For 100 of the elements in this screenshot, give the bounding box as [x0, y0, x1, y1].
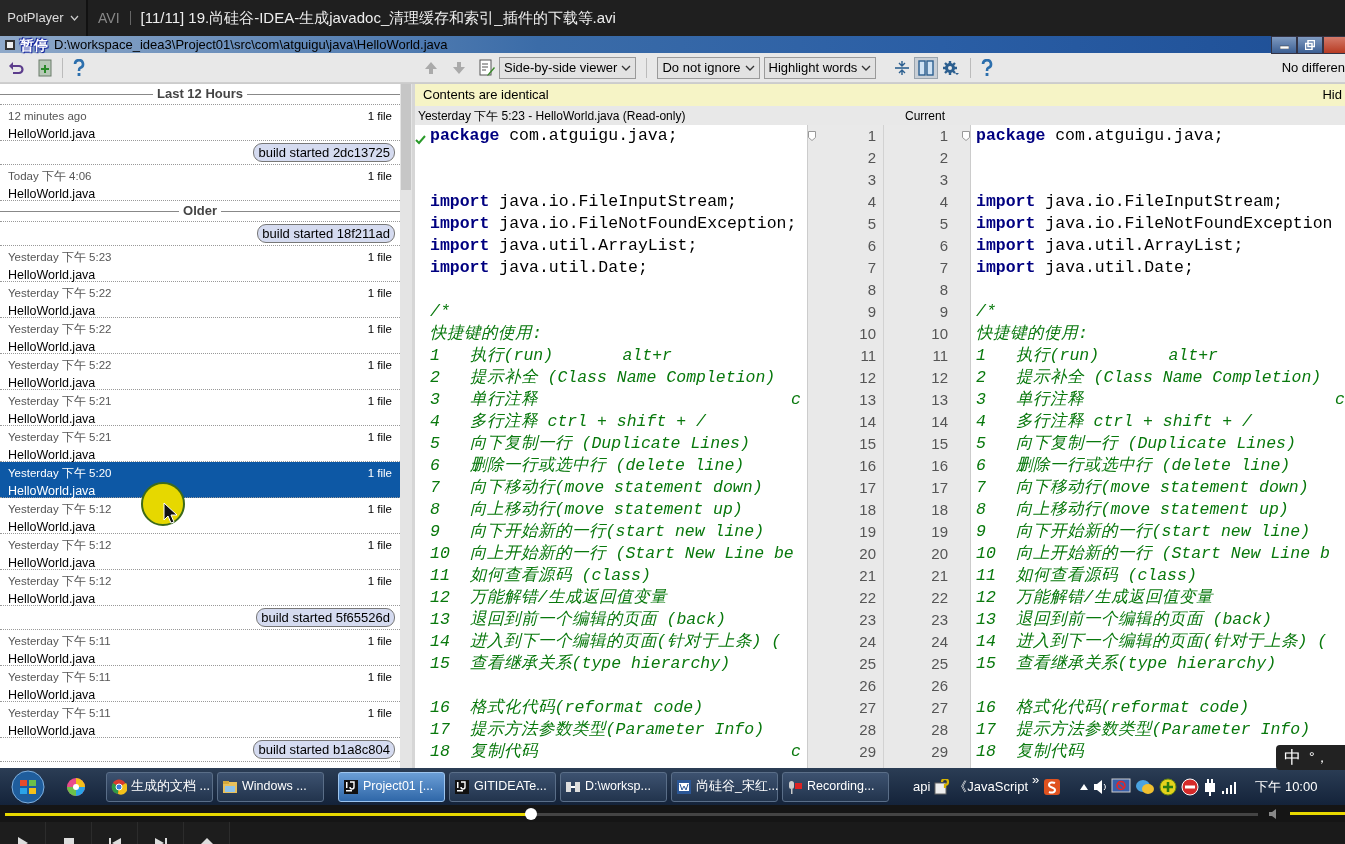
file-count: 1 file: [367, 634, 392, 649]
line-number: 27: [858, 698, 876, 718]
line-number: 19: [930, 522, 948, 542]
ignore-dropdown[interactable]: Do not ignore: [657, 56, 760, 79]
seek-handle[interactable]: [525, 807, 538, 820]
edit-document-icon[interactable]: [479, 58, 495, 77]
help-note-icon[interactable]: [934, 778, 951, 795]
power-plug-icon[interactable]: [1203, 777, 1218, 796]
add-file-icon[interactable]: [38, 58, 52, 77]
entry-file-name: HelloWorld.java: [8, 375, 97, 393]
code-line: /*: [430, 301, 450, 323]
code-line: 2 提示补全 (Class Name Completion): [976, 367, 1322, 389]
check-icon: [415, 134, 426, 145]
line-number: 16: [930, 456, 948, 476]
entry-time: Yesterday 下午 5:11: [8, 706, 111, 721]
chat-icon[interactable]: [1135, 777, 1156, 796]
code-line: 4 多行注释 ctrl + shift + /: [976, 411, 1252, 433]
entry-time: Yesterday 下午 5:21: [8, 430, 112, 445]
start-button-icon[interactable]: [8, 769, 48, 804]
build-label: build started b1a8c804: [253, 740, 395, 759]
app-menu-button[interactable]: PotPlayer: [0, 0, 88, 36]
line-number: 1: [938, 126, 948, 146]
viewer-dropdown[interactable]: Side-by-side viewer: [499, 56, 637, 79]
right-file-header: Current: [905, 107, 945, 125]
input-method-icon[interactable]: [1043, 777, 1062, 796]
taskbar-button[interactable]: GITIDEATe...: [449, 771, 556, 802]
line-number: 20: [930, 544, 948, 564]
entry-file-name: HelloWorld.java: [8, 186, 97, 204]
restore-button[interactable]: [1297, 36, 1323, 54]
split-view-toggle[interactable]: [914, 56, 939, 79]
diff-status-text: No differen: [1281, 58, 1345, 77]
ime-punctuation-text: °，: [1309, 748, 1329, 767]
code-line: 6 删除一行或选中行 (delete line): [976, 455, 1291, 477]
file-count: 1 file: [367, 574, 392, 589]
code-line: import java.io.FileInputStream;: [976, 191, 1283, 213]
fold-marker-icon[interactable]: [962, 131, 970, 141]
caret-icon: [861, 64, 872, 71]
speaker-icon[interactable]: [1093, 778, 1108, 795]
entry-file-name: HelloWorld.java: [8, 723, 97, 741]
taskbar-button[interactable]: 生成的文档 ...: [106, 771, 213, 802]
line-number: 6: [938, 236, 948, 256]
collapse-icon[interactable]: [894, 59, 911, 76]
help-icon[interactable]: [73, 58, 85, 77]
code-line: 16 格式化代码(reformat code): [430, 697, 704, 719]
entry-time: Yesterday 下午 5:12: [8, 502, 112, 517]
taskbar-button[interactable]: Recording...: [782, 771, 889, 802]
signal-icon[interactable]: [1221, 779, 1238, 794]
show-hidden-icons-icon[interactable]: [1079, 782, 1090, 791]
entry-file-name: HelloWorld.java: [8, 687, 97, 705]
minimize-button[interactable]: [1271, 36, 1297, 54]
pinned-app-icon[interactable]: [66, 776, 86, 797]
entry-file-name: HelloWorld.java: [8, 519, 97, 537]
hide-link[interactable]: Hid: [1322, 85, 1342, 105]
highlight-dropdown[interactable]: Highlight words: [763, 56, 877, 79]
line-number: 1: [866, 126, 876, 146]
taskbar-button[interactable]: Project01 [...: [338, 771, 445, 802]
toolbar-link[interactable]: 《JavaScript: [954, 776, 1029, 797]
help-icon[interactable]: [981, 58, 994, 77]
toolbar-link[interactable]: api: [913, 776, 931, 797]
entry-time: Yesterday 下午 5:12: [8, 574, 112, 589]
volume-slider[interactable]: [1290, 812, 1345, 815]
file-count: 1 file: [367, 430, 392, 445]
line-number: 9: [866, 302, 876, 322]
file-count: 1 file: [367, 250, 392, 265]
line-number: 23: [858, 610, 876, 630]
file-count: 1 file: [367, 358, 392, 373]
line-number: 21: [858, 566, 876, 586]
line-number: 14: [930, 412, 948, 432]
document-icon: [676, 778, 692, 795]
ime-status-bar[interactable]: 中 °，: [1276, 745, 1345, 770]
code-line: 1 执行(run) alt+r: [976, 345, 1218, 367]
code-line: 10 向上开始新的一行 (Start New Line be: [430, 543, 794, 565]
line-number: 2: [866, 148, 876, 168]
seek-bar[interactable]: [5, 807, 1258, 820]
code-line: 2 提示补全 (Class Name Completion): [430, 367, 776, 389]
line-number: 26: [930, 676, 948, 696]
block-icon[interactable]: [1181, 777, 1200, 796]
history-entry[interactable]: Yesterday 下午 5:20 1 file HelloWorld.java: [0, 462, 400, 498]
line-number: 7: [938, 258, 948, 278]
overflow-chevron[interactable]: »: [1032, 770, 1040, 790]
close-button[interactable]: [1323, 36, 1345, 54]
line-number: 26: [858, 676, 876, 696]
line-number: 17: [930, 478, 948, 498]
entry-time: Yesterday 下午 5:12: [8, 538, 112, 553]
code-line: 17 提示方法参数类型(Parameter Info): [430, 719, 765, 741]
taskbar-button[interactable]: D:\worksp...: [560, 771, 667, 802]
code-line: 18 复制代码: [976, 741, 1084, 763]
monitor-icon[interactable]: [1111, 777, 1132, 796]
code-line: 12 万能解错/生成返回值变量: [430, 587, 667, 609]
entry-time: Yesterday 下午 5:22: [8, 322, 112, 337]
scrollbar[interactable]: [400, 84, 412, 768]
add-circle-icon[interactable]: [1159, 777, 1178, 796]
settings-icon[interactable]: [942, 59, 961, 76]
fold-marker-icon[interactable]: [808, 131, 816, 141]
code-line: 16 格式化代码(reformat code): [976, 697, 1250, 719]
code-line: 7 向下移动行(move statement down): [430, 477, 763, 499]
code-line: /*: [976, 301, 996, 323]
file-count: 1 file: [367, 109, 392, 124]
taskbar-button[interactable]: Windows ...: [217, 771, 324, 802]
taskbar-button[interactable]: 尚硅谷_宋红...: [671, 771, 778, 802]
